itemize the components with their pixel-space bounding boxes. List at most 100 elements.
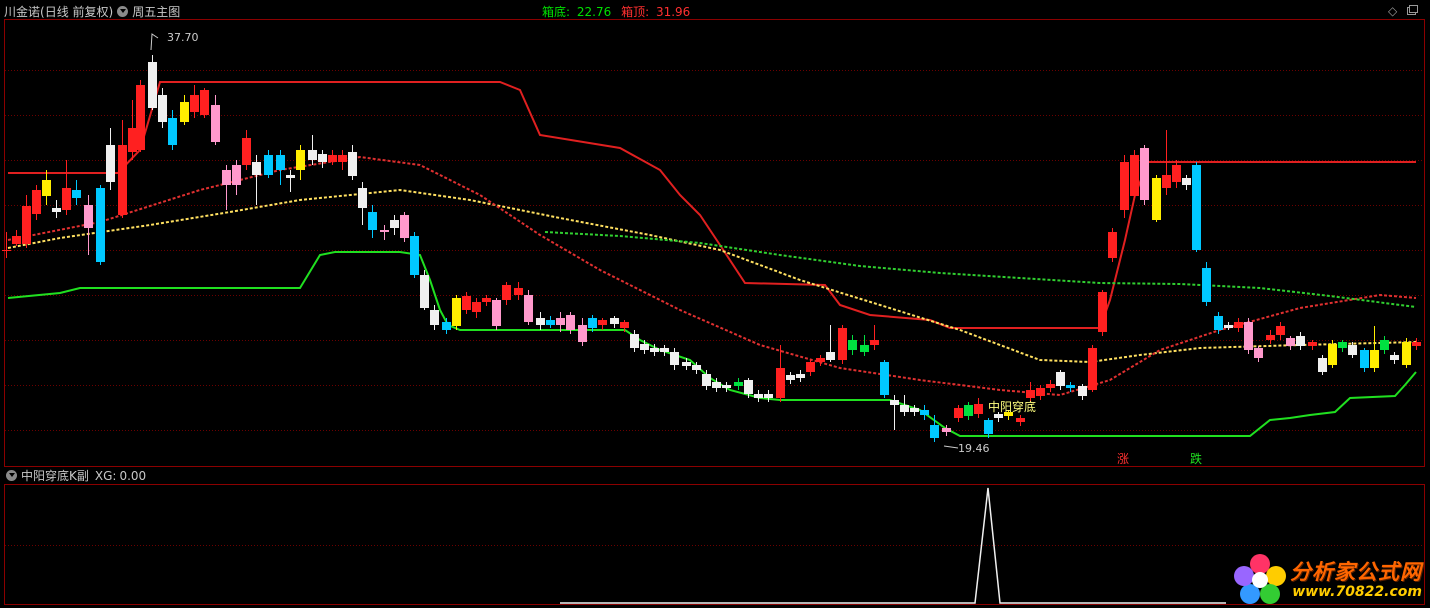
candle-body	[462, 296, 471, 310]
candle-body	[1390, 355, 1399, 360]
candle-body	[1066, 385, 1075, 388]
candle-body	[136, 85, 145, 150]
kline-chart-canvas[interactable]: 37.70 19.46 中阳穿底 涨 跌	[0, 0, 1430, 608]
candle-body	[1214, 316, 1223, 330]
candle-body	[1162, 175, 1171, 188]
candle-body	[1360, 350, 1369, 368]
candle-body	[796, 374, 805, 378]
candle-body	[286, 175, 295, 178]
candle-body	[994, 414, 1003, 418]
candle-body	[492, 300, 501, 326]
candle-body	[1140, 148, 1149, 200]
candle-body	[84, 205, 93, 228]
candle-body	[232, 165, 241, 185]
candle-body	[1254, 348, 1263, 358]
candle-body	[910, 408, 919, 412]
candle-body	[650, 348, 659, 352]
candle-body	[296, 150, 305, 170]
candle-body	[556, 318, 565, 325]
candle-body	[410, 236, 419, 275]
candle-body	[2, 250, 11, 251]
candle-body	[264, 155, 273, 175]
candle-body	[536, 318, 545, 325]
candle-body	[158, 95, 167, 122]
watermark: 分析家公式网 www.70822.com	[1234, 554, 1422, 604]
candle-body	[546, 320, 555, 325]
candle-body	[1026, 390, 1035, 398]
candle-body	[242, 138, 251, 165]
candle-body	[1078, 386, 1087, 396]
candle-body	[72, 190, 81, 198]
candle-body	[702, 374, 711, 386]
candle-body	[1328, 344, 1337, 365]
candle-body	[452, 298, 461, 326]
candle-body	[754, 394, 763, 398]
candle-body	[12, 236, 21, 244]
candle-body	[148, 62, 157, 108]
candle-body	[870, 340, 879, 345]
fall-marker: 跌	[1190, 451, 1202, 466]
high-marker: 37.70	[150, 31, 199, 51]
candle-body	[1276, 326, 1285, 335]
candle-body	[974, 404, 983, 414]
candle-body	[620, 322, 629, 328]
candle-body	[96, 188, 105, 262]
candle-body	[1318, 358, 1327, 372]
candle-body	[1182, 178, 1191, 185]
candle-body	[1098, 292, 1107, 332]
candle-body	[1296, 336, 1305, 346]
candle-body	[826, 352, 835, 360]
candle-body	[308, 150, 317, 160]
watermark-url: www.70822.com	[1292, 584, 1422, 600]
candle-body	[168, 118, 177, 145]
candle-body	[722, 385, 731, 388]
candle-body	[1036, 388, 1045, 396]
candle-body	[390, 220, 399, 228]
candle-body	[348, 152, 357, 176]
low-marker-text: 19.46	[958, 442, 990, 455]
watermark-title: 分析家公式网	[1290, 560, 1422, 584]
low-marker: 19.46	[943, 442, 990, 455]
candle-body	[1380, 340, 1389, 350]
candle-body	[764, 394, 773, 398]
candle-body	[1202, 268, 1211, 302]
candle-body	[1412, 342, 1421, 346]
candle-body	[420, 275, 429, 308]
candle-body	[1338, 342, 1347, 348]
candle-body	[482, 298, 491, 302]
candle-body	[838, 328, 847, 360]
candle-body	[786, 375, 795, 380]
candle-body	[942, 428, 951, 432]
candle-body	[318, 154, 327, 162]
signal-label: 中阳穿底	[988, 399, 1036, 414]
candle-body	[1120, 162, 1129, 210]
candle-body	[806, 362, 815, 372]
candlesticks	[2, 55, 1421, 442]
candle-body	[276, 155, 285, 170]
flower-logo-icon	[1234, 554, 1286, 604]
candle-body	[712, 382, 721, 388]
candle-body	[860, 345, 869, 352]
candle-body	[442, 322, 451, 330]
candle-body	[930, 425, 939, 438]
candle-body	[598, 320, 607, 325]
candle-body	[776, 368, 785, 398]
candle-body	[514, 288, 523, 295]
candle-body	[52, 208, 61, 212]
candle-body	[472, 302, 481, 312]
candle-body	[62, 188, 71, 210]
candle-body	[964, 405, 973, 416]
candle-body	[848, 340, 857, 350]
candle-body	[1224, 325, 1233, 328]
candle-body	[1402, 342, 1411, 365]
candle-body	[358, 188, 367, 208]
candle-body	[920, 410, 929, 415]
candle-body	[1244, 322, 1253, 350]
candle-body	[1370, 350, 1379, 368]
candle-body	[660, 348, 669, 352]
candle-body	[430, 310, 439, 325]
candle-body	[252, 162, 261, 175]
candle-body	[816, 358, 825, 362]
candle-body	[1266, 335, 1275, 340]
candle-body	[734, 382, 743, 386]
